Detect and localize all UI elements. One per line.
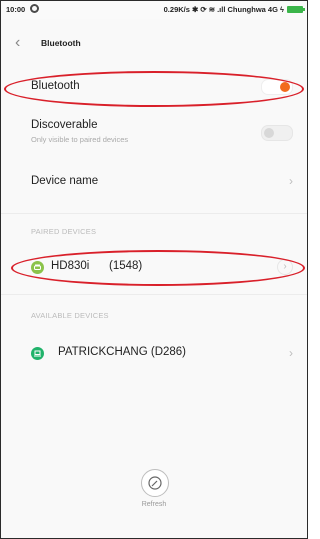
divider [1,294,307,295]
discoverable-label: Discoverable [31,119,98,131]
page-title: Bluetooth [41,38,81,48]
refresh-label: Refresh [141,501,167,508]
divider [1,213,307,214]
chevron-right-icon: › [289,174,293,188]
available-devices-header: AVAILABLE DEVICES [31,311,109,320]
device-name-row[interactable]: Device name › [1,171,307,193]
device-name-label: Device name [31,175,99,187]
refresh-button[interactable] [141,469,169,497]
toggle-knob [264,128,274,138]
status-bar: 10:00 0.29K/s ✱ ⟳ ≋ .ıll Chunghwa 4G ϟ [1,1,307,19]
chevron-right-icon: › [289,346,293,360]
battery-icon [287,6,305,13]
available-device-row[interactable]: PATRICKCHANG (D286) › [1,343,307,365]
status-right: 0.29K/s ✱ ⟳ ≋ .ıll Chunghwa 4G ϟ [163,5,305,14]
header: ‹ Bluetooth [1,31,307,59]
status-indicators: 0.29K/s ✱ ⟳ ≋ .ıll Chunghwa 4G ϟ [163,5,284,14]
laptop-icon [31,347,44,360]
paired-devices-header: PAIRED DEVICES [31,227,97,236]
discoverable-row[interactable]: Discoverable Only visible to paired devi… [1,119,307,149]
annotation-ellipse-bluetooth [4,71,304,107]
refresh-icon [148,476,162,490]
phone-screen: 10:00 0.29K/s ✱ ⟳ ≋ .ıll Chunghwa 4G ϟ ‹… [0,0,308,539]
discoverable-subtitle: Only visible to paired devices [31,135,129,144]
notification-icon [30,4,39,13]
available-device-name: PATRICKCHANG (D286) [58,346,187,358]
annotation-ellipse-paired-device [11,250,305,286]
status-time: 10:00 [6,5,26,14]
back-arrow-icon[interactable]: ‹ [15,35,20,51]
discoverable-toggle[interactable] [261,125,293,141]
